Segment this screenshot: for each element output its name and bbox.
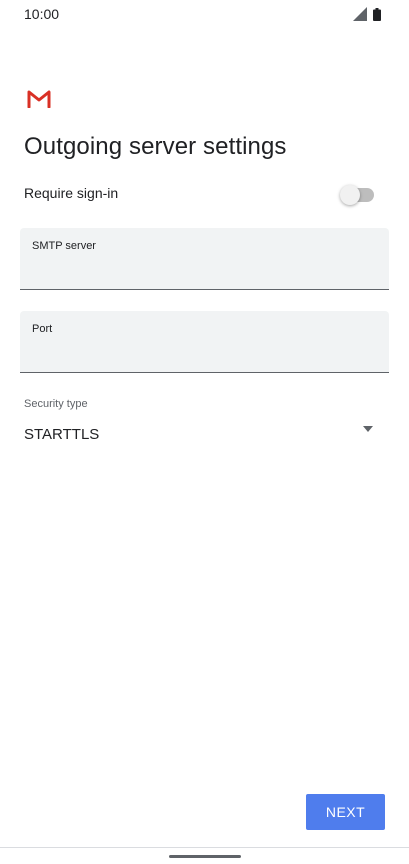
port-input[interactable] [32, 341, 372, 363]
status-icons [353, 7, 387, 21]
next-button[interactable]: NEXT [306, 794, 385, 830]
smtp-server-label: SMTP server [32, 240, 96, 252]
screen: 10:00 Outgoing server settings Require s… [0, 0, 409, 864]
page-title: Outgoing server settings [24, 133, 287, 160]
status-time: 10:00 [24, 6, 60, 22]
battery-icon [373, 8, 381, 21]
security-type-label: Security type [24, 398, 88, 410]
toggle-thumb [340, 185, 360, 205]
smtp-server-field[interactable]: SMTP server [20, 228, 389, 290]
port-field[interactable]: Port [20, 311, 389, 373]
dropdown-arrow-icon [363, 426, 373, 432]
require-signin-row: Require sign-in [0, 176, 409, 212]
security-type-value: STARTTLS [24, 426, 100, 443]
require-signin-label: Require sign-in [24, 185, 119, 201]
gmail-icon [27, 90, 51, 108]
require-signin-toggle[interactable] [340, 185, 376, 205]
home-indicator[interactable] [169, 855, 241, 858]
signal-icon [353, 7, 367, 21]
security-type-select[interactable]: STARTTLS [20, 418, 389, 448]
port-label: Port [32, 323, 53, 335]
nav-divider [0, 847, 409, 848]
smtp-server-input[interactable] [32, 258, 372, 280]
status-bar: 10:00 [0, 0, 409, 28]
